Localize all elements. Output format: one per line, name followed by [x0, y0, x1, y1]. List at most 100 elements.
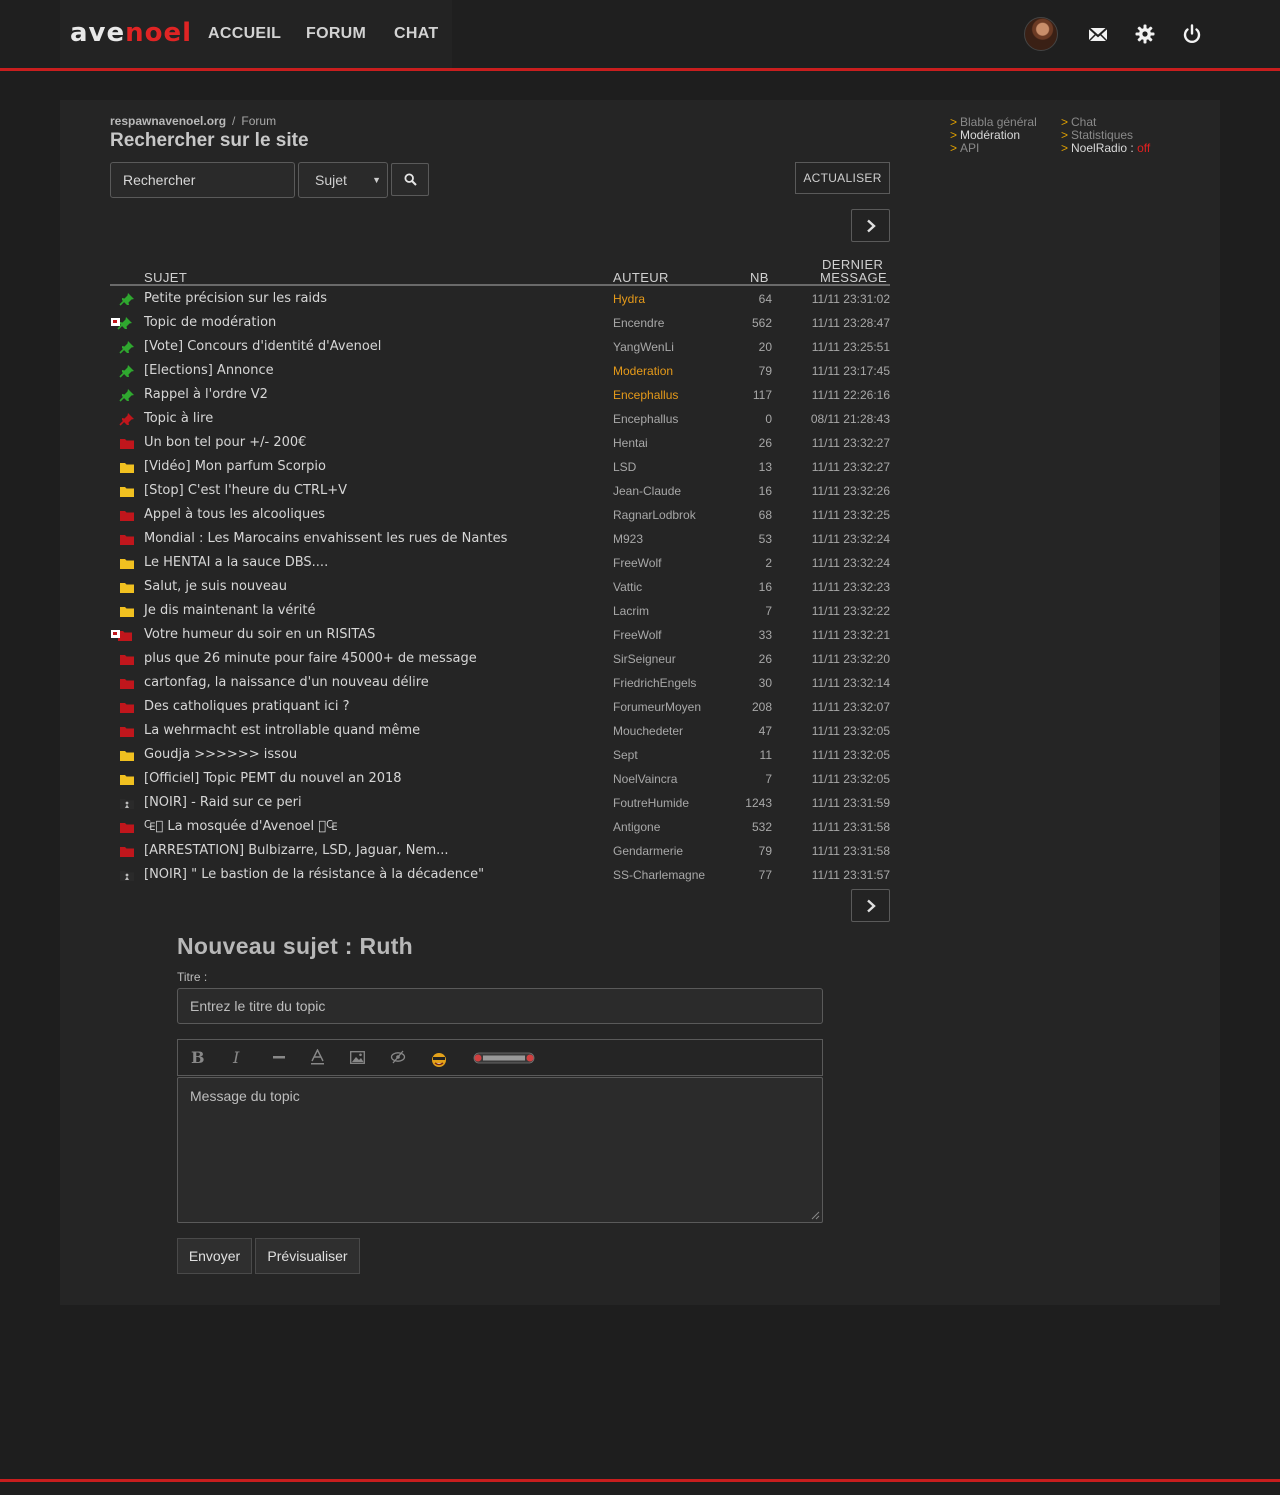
topic-subject-link[interactable]: Goudja >>>>>> issou [144, 747, 297, 762]
topic-subject-link[interactable]: [Elections] Annonce [144, 363, 274, 378]
topic-subject-link[interactable]: [Vote] Concours d'identité d'Avenoel [144, 339, 381, 354]
topic-author-link[interactable]: Hentai [613, 436, 648, 450]
table-row[interactable]: La wehrmacht est introllable quand même M… [110, 719, 890, 743]
table-row[interactable]: Topic à lire Encephallus 0 08/11 21:28:43 [110, 407, 890, 431]
side-link-noelradio[interactable]: > NoelRadio : off [1061, 142, 1150, 155]
topic-subject-link[interactable]: Mondial : Les Marocains envahissent les … [144, 531, 507, 546]
text-color-icon[interactable] [310, 1049, 325, 1069]
topic-last-message-link[interactable]: 11/11 23:17:45 [812, 364, 890, 378]
topic-author-link[interactable]: LSD [613, 460, 636, 474]
smiley-icon[interactable] [430, 1052, 448, 1072]
topic-last-message-link[interactable]: 11/11 23:32:22 [812, 604, 890, 618]
topic-subject-link[interactable]: plus que 26 minute pour faire 45000+ de … [144, 651, 477, 666]
table-row[interactable]: ₠⃝ La mosquée d'Avenoel ⃝₠ Antigone 532 11/… [110, 815, 890, 839]
topic-subject-link[interactable]: Topic de modération [144, 315, 276, 330]
table-row[interactable]: [Vote] Concours d'identité d'Avenoel Yang… [110, 335, 890, 359]
nav-forum[interactable]: FORUM [306, 25, 366, 43]
mail-icon[interactable] [1087, 23, 1109, 45]
topic-subject-link[interactable]: [Vidéo] Mon parfum Scorpio [144, 459, 326, 474]
topic-last-message-link[interactable]: 11/11 23:25:51 [812, 340, 890, 354]
table-row[interactable]: [ARRESTATION] Bulbizarre, LSD, Jaguar, N… [110, 839, 890, 863]
table-row[interactable]: Je dis maintenant la vérité Lacrim 7 11/11 … [110, 599, 890, 623]
topic-author-link[interactable]: Jean-Claude [613, 484, 681, 498]
preview-button[interactable]: Prévisualiser [255, 1238, 360, 1274]
topic-subject-link[interactable]: Appel à tous les alcooliques [144, 507, 325, 522]
search-button[interactable] [391, 163, 429, 196]
table-row[interactable]: Rappel à l'ordre V2 Encephallus 117 11/11 2… [110, 383, 890, 407]
topic-author-link[interactable]: FoutreHumide [613, 796, 689, 810]
power-icon[interactable] [1181, 23, 1203, 45]
topic-author-link[interactable]: Sept [613, 748, 638, 762]
topic-last-message-link[interactable]: 11/11 23:32:21 [812, 628, 890, 642]
image-icon[interactable] [350, 1051, 365, 1071]
topic-author-link[interactable]: SS-Charlemagne [613, 868, 705, 882]
table-row[interactable]: Appel à tous les alcooliques RagnarLodbro… [110, 503, 890, 527]
table-row[interactable]: plus que 26 minute pour faire 45000+ de … [110, 647, 890, 671]
topic-author-link[interactable]: RagnarLodbrok [613, 508, 696, 522]
search-scope-select[interactable]: Sujet ▼ [298, 162, 388, 198]
topic-subject-link[interactable]: [NOIR] - Raid sur ce peri [144, 795, 302, 810]
topic-last-message-link[interactable]: 11/11 23:32:05 [812, 772, 890, 786]
gear-icon[interactable] [1134, 23, 1156, 45]
breadcrumb-forum[interactable]: Forum [241, 114, 276, 128]
table-row[interactable]: Mondial : Les Marocains envahissent les … [110, 527, 890, 551]
topic-author-link[interactable]: Moderation [613, 364, 673, 378]
table-row[interactable]: Des catholiques pratiquant ici ? Forumeur… [110, 695, 890, 719]
topic-author-link[interactable]: Vattic [613, 580, 642, 594]
topic-subject-link[interactable]: Des catholiques pratiquant ici ? [144, 699, 350, 714]
table-row[interactable]: Topic de modération Encendre 562 11/11 23:2… [110, 311, 890, 335]
topic-subject-link[interactable]: [Stop] C'est l'heure du CTRL+V [144, 483, 347, 498]
topic-author-link[interactable]: FreeWolf [613, 628, 661, 642]
side-link-api[interactable]: > API [950, 142, 1037, 155]
table-row[interactable]: Petite précision sur les raids Hydra 64 11/… [110, 287, 890, 311]
send-button[interactable]: Envoyer [177, 1238, 252, 1274]
topic-last-message-link[interactable]: 11/11 23:28:47 [812, 316, 890, 330]
topic-subject-link[interactable]: La wehrmacht est introllable quand même [144, 723, 420, 738]
topic-subject-link[interactable]: cartonfag, la naissance d'un nouveau dél… [144, 675, 429, 690]
topic-subject-link[interactable]: ₠⃝ La mosquée d'Avenoel ⃝₠ [144, 819, 337, 834]
topic-author-link[interactable]: FriedrichEngels [613, 676, 696, 690]
topic-last-message-link[interactable]: 11/11 23:32:07 [812, 700, 890, 714]
risibank-icon[interactable] [473, 1051, 535, 1071]
nav-chat[interactable]: CHAT [394, 25, 438, 43]
topic-author-link[interactable]: Lacrim [613, 604, 649, 618]
topic-author-link[interactable]: Encephallus [613, 412, 678, 426]
topic-author-link[interactable]: Antigone [613, 820, 660, 834]
topic-last-message-link[interactable]: 11/11 23:32:27 [812, 436, 890, 450]
topic-last-message-link[interactable]: 11/11 23:32:20 [812, 652, 890, 666]
topic-author-link[interactable]: SirSeigneur [613, 652, 676, 666]
table-row[interactable]: Le HENTAI a la sauce DBS.... FreeWolf 2 11/… [110, 551, 890, 575]
topic-author-link[interactable]: M923 [613, 532, 643, 546]
topic-subject-link[interactable]: Topic à lire [144, 411, 213, 426]
topic-last-message-link[interactable]: 11/11 23:32:27 [812, 460, 890, 474]
table-row[interactable]: [Elections] Annonce Moderation 79 11/11 23:… [110, 359, 890, 383]
topic-last-message-link[interactable]: 11/11 23:32:25 [812, 508, 890, 522]
table-row[interactable]: Goudja >>>>>> issou Sept 11 11/11 23:32:05 [110, 743, 890, 767]
topic-author-link[interactable]: FreeWolf [613, 556, 661, 570]
resize-grip-icon[interactable] [811, 1211, 820, 1220]
refresh-button[interactable]: ACTUALISER [795, 162, 890, 194]
topic-subject-link[interactable]: Un bon tel pour +/- 200€ [144, 435, 306, 450]
topic-last-message-link[interactable]: 11/11 23:32:24 [812, 556, 890, 570]
topic-author-link[interactable]: Encephallus [613, 388, 678, 402]
topic-last-message-link[interactable]: 11/11 23:31:59 [812, 796, 890, 810]
topic-last-message-link[interactable]: 11/11 23:32:14 [812, 676, 890, 690]
topic-title-input[interactable]: Entrez le titre du topic [177, 988, 823, 1024]
table-row[interactable]: Un bon tel pour +/- 200€ Hentai 26 11/11 23… [110, 431, 890, 455]
spoiler-icon[interactable] [390, 1050, 406, 1070]
italic-icon[interactable]: I [233, 1048, 239, 1068]
topic-subject-link[interactable]: [Officiel] Topic PEMT du nouvel an 2018 [144, 771, 402, 786]
topic-author-link[interactable]: YangWenLi [613, 340, 674, 354]
topic-last-message-link[interactable]: 11/11 23:32:26 [812, 484, 890, 498]
topic-last-message-link[interactable]: 11/11 23:31:58 [812, 844, 890, 858]
site-logo[interactable]: avenoel [70, 18, 192, 48]
topic-last-message-link[interactable]: 11/11 23:32:05 [812, 748, 890, 762]
topic-last-message-link[interactable]: 11/11 23:31:58 [812, 820, 890, 834]
next-page-button-top[interactable] [851, 209, 890, 242]
hr-icon[interactable] [272, 1050, 286, 1070]
topic-message-textarea[interactable]: Message du topic [177, 1077, 823, 1223]
topic-author-link[interactable]: ForumeurMoyen [613, 700, 701, 714]
topic-author-link[interactable]: Gendarmerie [613, 844, 683, 858]
nav-accueil[interactable]: ACCUEIL [208, 25, 281, 43]
table-row[interactable]: Salut, je suis nouveau Vattic 16 11/11 23:3… [110, 575, 890, 599]
